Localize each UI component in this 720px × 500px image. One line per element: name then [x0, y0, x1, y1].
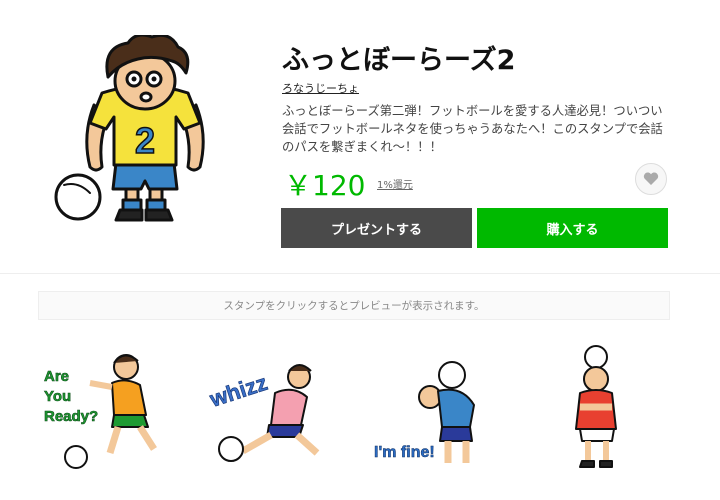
page-title: ふっとぼーらーズ2: [282, 45, 516, 76]
sticker-1[interactable]: Are You Ready?: [40, 345, 180, 475]
buy-button[interactable]: 購入する: [477, 208, 668, 248]
sticker-3[interactable]: I'm fine!: [368, 345, 508, 475]
sticker-2-caption: whizz: [206, 370, 270, 412]
gift-button[interactable]: プレゼントする: [281, 208, 472, 248]
main-sticker-image: 2: [54, 35, 205, 222]
cashback-link[interactable]: 1%還元: [377, 176, 413, 191]
sticker-4[interactable]: [540, 345, 680, 475]
sticker-1-caption-line-2: You: [44, 388, 71, 405]
sticker-2[interactable]: whizz: [205, 345, 345, 475]
author-link[interactable]: ろなうじーちょ: [282, 80, 359, 96]
sticker-1-caption-line-1: Are: [44, 368, 69, 385]
heart-icon: [643, 172, 659, 185]
favorite-button[interactable]: [635, 163, 667, 195]
price-label: ￥120: [284, 169, 366, 202]
product-description: ふっとぼーらーズ第二弾！フットボールを愛する人達必見！ついつい会話でフットボール…: [282, 104, 663, 154]
preview-notice: スタンプをクリックするとプレビューが表示されます。: [38, 291, 670, 320]
sticker-1-caption-line-3: Ready?: [44, 408, 98, 425]
jersey-number: 2: [135, 120, 155, 161]
sticker-3-caption: I'm fine!: [374, 444, 435, 461]
section-divider: [0, 273, 720, 274]
